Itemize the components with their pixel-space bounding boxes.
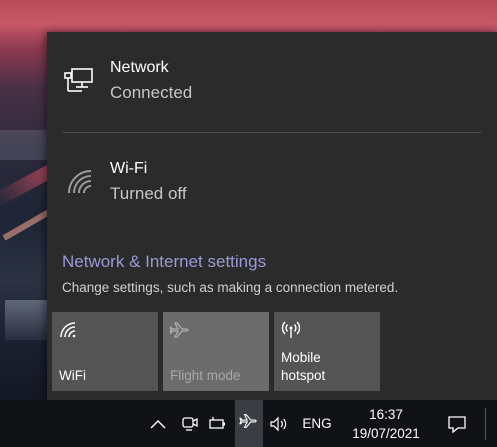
wifi-icon	[59, 320, 79, 340]
wifi-status: Turned off	[110, 184, 187, 203]
flight-mode-tile[interactable]: Flight mode	[163, 312, 269, 391]
network-title: Network	[110, 59, 169, 76]
clock-date: 19/07/2021	[352, 425, 420, 441]
wifi-connection-item[interactable]: Wi-Fi Turned off	[62, 158, 482, 218]
clock[interactable]: 16:37 19/07/2021	[343, 400, 429, 447]
battery-icon[interactable]	[206, 400, 230, 447]
action-center-icon[interactable]	[440, 400, 474, 447]
input-language-indicator[interactable]: ENG	[296, 400, 338, 447]
hotspot-label-line1: Mobile	[281, 350, 321, 365]
wifi-toggle-tile[interactable]: WiFi	[52, 312, 158, 391]
network-connection-item[interactable]: Network Connected	[62, 57, 482, 117]
flight-mode-tile-label: Flight mode	[170, 368, 241, 383]
mobile-hotspot-tile[interactable]: Mobile hotspot	[274, 312, 380, 391]
wifi-tile-label: WiFi	[59, 368, 86, 383]
network-status: Connected	[110, 83, 193, 102]
airplane-icon	[170, 320, 190, 340]
hotspot-label-line2: hotspot	[281, 368, 326, 383]
wifi-off-icon	[62, 164, 96, 198]
network-settings-description: Change settings, such as making a connec…	[62, 280, 399, 295]
chevron-up-icon[interactable]	[146, 400, 170, 447]
clock-time: 16:37	[369, 406, 403, 422]
network-settings-link[interactable]: Network & Internet settings	[62, 252, 266, 272]
network-flyout: Network Connected Wi-Fi Turned off Netwo…	[47, 32, 497, 400]
ethernet-monitor-icon	[62, 63, 96, 97]
hotspot-icon	[281, 320, 301, 340]
show-desktop-divider[interactable]	[485, 408, 486, 440]
airplane-icon	[239, 412, 259, 435]
meet-now-icon[interactable]	[178, 400, 202, 447]
wifi-title: Wi-Fi	[110, 160, 148, 177]
airplane-mode-tray-button[interactable]	[235, 400, 263, 447]
mobile-hotspot-tile-label: Mobile hotspot	[281, 349, 325, 385]
volume-icon[interactable]	[266, 400, 292, 447]
taskbar: ENG 16:37 19/07/2021	[0, 400, 497, 447]
divider	[62, 132, 482, 133]
